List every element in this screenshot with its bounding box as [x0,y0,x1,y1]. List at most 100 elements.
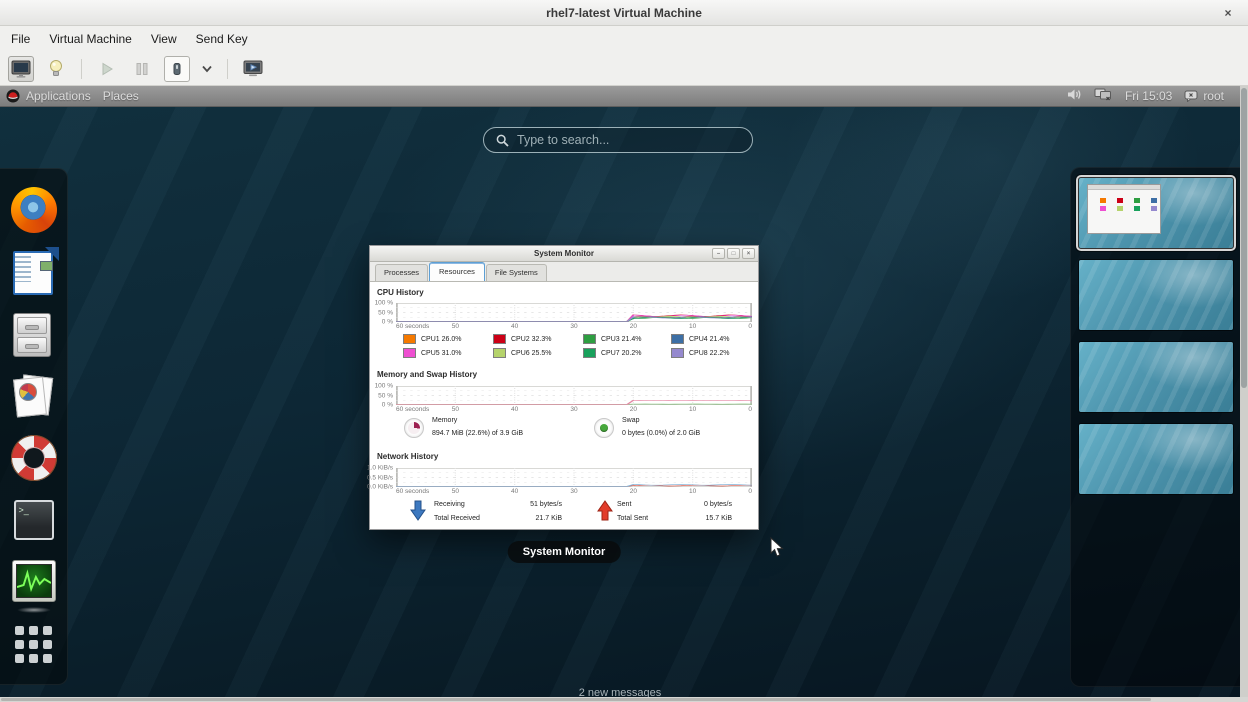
monitor-frame [12,560,56,602]
menu-file[interactable]: File [8,30,33,48]
cpu-legend-label: CPU2 32.3% [511,336,551,343]
places-menu[interactable]: Places [97,89,145,103]
axis-tick: 30 [570,406,577,413]
message-tray[interactable]: 2 new messages [0,687,1240,697]
memory-history-heading: Memory and Swap History [377,370,477,379]
shutdown-icon [171,62,183,76]
sm-maximize-button[interactable]: □ [727,248,740,259]
vm-display: Applications Places [0,86,1240,697]
clock[interactable]: Fri 15:03 [1125,89,1172,103]
fullscreen-button[interactable] [240,56,266,82]
axis-tick: 60 seconds [396,488,429,495]
swap-dot-icon [594,418,614,438]
console-view-button[interactable] [8,56,34,82]
menu-view[interactable]: View [148,30,180,48]
sm-tab-bar: Processes Resources File Systems [370,262,758,282]
cpu-color-chip [493,334,506,344]
vertical-scrollbar-thumb[interactable] [1241,88,1247,388]
drawer [17,317,47,334]
vm-close-button[interactable]: × [1218,0,1238,26]
axis-tick: 1.0 KiB/s [353,465,393,472]
axis-tick: 10 [689,406,696,413]
redhat-logo-icon [6,89,20,103]
cpu-plot [396,303,752,322]
volume-icon[interactable] [1067,88,1082,104]
axis-tick: 50 [452,488,459,495]
sm-titlebar[interactable]: System Monitor – □ × [370,246,758,262]
workspace-thumbnail-4[interactable] [1079,424,1233,494]
menu-send-key[interactable]: Send Key [193,30,251,48]
network-icon[interactable] [1094,88,1113,104]
hardware-details-button[interactable] [43,56,69,82]
search-input[interactable] [517,133,727,147]
workspace-thumbnail-3[interactable] [1079,342,1233,412]
cpu-legend: CPU1 26.0%CPU2 32.3%CPU3 21.4%CPU4 21.4%… [403,334,751,358]
cpu-legend-item: CPU5 31.0% [403,348,493,358]
play-icon [99,61,115,77]
total-sent-label: Total Sent [617,515,648,522]
dock-system-monitor-icon[interactable] [11,559,57,605]
show-applications-button[interactable] [11,621,57,667]
dock-terminal-icon[interactable]: >_ [11,497,57,543]
axis-tick: 20 [630,406,637,413]
overview-search[interactable] [483,127,753,153]
cpu-legend-label: CPU7 20.2% [601,350,641,357]
sm-close-button[interactable]: × [742,248,755,259]
horizontal-scrollbar-thumb[interactable] [1,698,1151,701]
axis-tick: 0 [748,323,752,330]
user-menu[interactable]: root [1184,89,1224,103]
memory-pie-fill [408,422,420,434]
sm-window-title: System Monitor [534,249,594,258]
dock-firefox-icon[interactable] [11,187,57,233]
network-plot [396,468,752,487]
applications-menu[interactable]: Applications [20,89,97,103]
axis-tick: 10 [689,488,696,495]
tab-file-systems[interactable]: File Systems [486,264,547,281]
menu-virtual-machine[interactable]: Virtual Machine [46,30,135,48]
memory-value: 894.7 MiB (22.6%) of 3.9 GiB [432,430,523,437]
workspace-thumbnail-2[interactable] [1079,260,1233,330]
dock-files-icon[interactable] [11,311,57,357]
text-lines [15,256,31,282]
dash-dock: >_ [0,168,68,685]
axis-tick: 0 % [353,402,393,409]
axis-tick: 0 [748,406,752,413]
axis-tick: 20 [630,323,637,330]
dock-documents-icon[interactable] [11,373,57,419]
monitor-screen [16,564,52,598]
running-indicator [17,607,51,613]
sm-minimize-button[interactable]: – [712,248,725,259]
run-button[interactable] [94,56,120,82]
vertical-scrollbar[interactable] [1240,86,1248,697]
shutdown-menu-button[interactable] [199,56,215,82]
cpu-color-chip [403,334,416,344]
dock-help-icon[interactable] [11,435,57,481]
memory-swap-legend: Memory 894.7 MiB (22.6%) of 3.9 GiB Swap… [396,416,752,444]
user-name: root [1203,89,1224,103]
cpu-legend-item: CPU6 25.5% [493,348,583,358]
cpu-color-chip [493,348,506,358]
dock-libreoffice-icon[interactable] [11,249,57,295]
total-sent-value: 15.7 KiB [656,515,732,522]
cpu-legend-label: CPU8 22.2% [689,350,729,357]
workspace-thumbnail-1[interactable] [1079,178,1233,248]
cpu-x-axis: 60 seconds50403020100 [396,323,752,331]
tab-processes[interactable]: Processes [375,264,428,281]
shutdown-button[interactable] [164,56,190,82]
horizontal-scrollbar[interactable] [0,697,1248,702]
network-x-axis: 60 seconds50403020100 [396,488,752,496]
tab-resources[interactable]: Resources [429,262,485,281]
axis-tick: 40 [511,406,518,413]
mini-legend [1088,190,1160,211]
pause-button[interactable] [129,56,155,82]
memory-plot [396,386,752,405]
axis-tick: 30 [570,323,577,330]
cpu-legend-item: CPU4 21.4% [671,334,751,344]
swap-value: 0 bytes (0.0%) of 2.0 GiB [622,430,700,437]
system-monitor-window: System Monitor – □ × Processes Resources… [369,245,759,530]
chat-icon [1184,90,1198,102]
workspace-switcher [1070,167,1240,687]
gnome-top-bar: Applications Places [0,86,1240,107]
cpu-color-chip [583,334,596,344]
cpu-color-chip [583,348,596,358]
